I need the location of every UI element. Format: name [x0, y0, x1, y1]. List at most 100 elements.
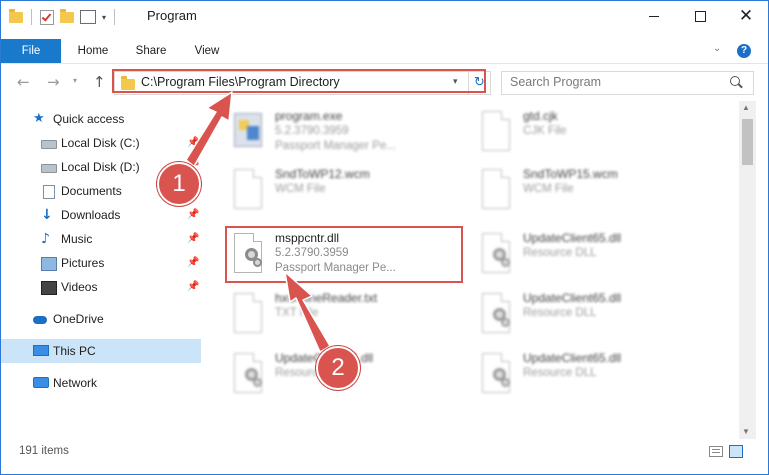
file-type: CJK File [523, 125, 567, 137]
file-item[interactable]: gtd.cjk CJK File [478, 107, 708, 165]
exe-icon [230, 111, 266, 155]
this-pc-icon [33, 345, 49, 356]
close-button[interactable]: ✕ [723, 1, 768, 31]
file-item[interactable]: hxOnlineReader.txt TXT File [230, 289, 460, 347]
expand-ribbon-chevron-icon[interactable]: ⌄ [713, 43, 721, 54]
forward-arrow-icon[interactable]: → [47, 73, 60, 91]
music-icon: ♪ [41, 231, 50, 247]
sidebar-item-network[interactable]: Network [1, 371, 201, 395]
sidebar-item-videos[interactable]: Videos 📌 [1, 275, 201, 299]
minimize-icon [649, 15, 659, 17]
file-item[interactable]: UpdateClient65.dll Resource DLL [478, 349, 708, 407]
file-type: Resource DLL [523, 367, 597, 379]
file-name: gtd.cjk [523, 109, 558, 123]
sidebar-item-this-pc[interactable]: This PC [1, 339, 201, 363]
file-item-msppcntr-dll[interactable]: msppcntr.dll 5.2.3790.3959 Passport Mana… [230, 229, 460, 287]
title-bar: ▾ Program ✕ [1, 1, 768, 31]
file-item[interactable]: UpdateClient65.dll Resource DLL [478, 289, 708, 347]
search-placeholder[interactable]: Search Program [510, 75, 601, 89]
file-type: Resource DLL [523, 247, 597, 259]
file-type: WCM File [523, 183, 574, 195]
new-folder-icon[interactable] [60, 8, 74, 23]
pin-icon[interactable]: 📌 [187, 227, 199, 251]
sidebar-item-label: Downloads [61, 208, 121, 222]
file-icon [478, 169, 514, 213]
sidebar-item-label: Local Disk (C:) [61, 136, 140, 150]
file-item[interactable]: SndToWP12.wcm WCM File [230, 165, 460, 223]
sidebar-item-label: This PC [53, 344, 96, 358]
sidebar-item-label: Pictures [61, 256, 105, 270]
step-2-badge: 2 [316, 346, 360, 390]
file-type: Resource DLL [523, 307, 597, 319]
maximize-button[interactable] [677, 1, 723, 31]
details-view-icon[interactable] [709, 446, 723, 457]
file-version: 5.2.3790.3959 [275, 125, 349, 137]
up-arrow-icon[interactable]: ↑ [93, 73, 106, 91]
close-icon: ✕ [738, 5, 754, 26]
scroll-down-chevron-icon[interactable]: ▼ [742, 427, 750, 436]
address-path[interactable]: C:\Program Files\Program Directory [141, 75, 340, 89]
sidebar-item-label: Quick access [53, 112, 125, 126]
pin-icon[interactable]: 📌 [187, 275, 199, 299]
dll-icon [230, 353, 266, 397]
sidebar-item-quick-access[interactable]: ★ Quick access [1, 107, 201, 131]
sidebar-item-pictures[interactable]: Pictures 📌 [1, 251, 201, 275]
properties-check-icon[interactable] [40, 9, 54, 25]
address-dropdown-chevron-icon[interactable]: ▾ [453, 76, 458, 87]
vertical-scrollbar[interactable]: ▲ ▼ [739, 101, 756, 439]
file-type: TXT File [275, 307, 319, 319]
minimize-button[interactable] [631, 1, 677, 31]
sidebar-item-downloads[interactable]: ↓ Downloads 📌 [1, 203, 201, 227]
downloads-icon: ↓ [41, 207, 53, 223]
dll-icon [230, 233, 266, 277]
pin-icon[interactable]: 📌 [187, 131, 199, 155]
sidebar-item-local-disk-c[interactable]: Local Disk (C:) 📌 [1, 131, 201, 155]
file-icon [478, 111, 514, 155]
tab-home[interactable]: Home [67, 39, 119, 63]
navigation-bar: ← → ▾ ↑ C:\Program Files\Program Directo… [1, 67, 768, 97]
onedrive-icon [33, 316, 47, 324]
file-icon [230, 293, 266, 337]
toolbar-divider [31, 9, 32, 25]
file-item[interactable]: UpdateClient65.dll Resource DLL [478, 229, 708, 287]
tab-file[interactable]: File [1, 39, 61, 63]
file-name: UpdateClient65.dll [523, 231, 622, 245]
navigation-pane: ★ Quick access Local Disk (C:) 📌 Local D… [1, 101, 201, 441]
pin-icon[interactable]: 📌 [187, 203, 199, 227]
file-type: WCM File [275, 183, 326, 195]
customize-toolbar-chevron-icon[interactable]: ▾ [102, 13, 106, 22]
dll-icon [478, 293, 514, 337]
file-name: UpdateClient65.dll [523, 351, 622, 365]
pin-icon[interactable]: 📌 [187, 251, 199, 275]
star-icon: ★ [33, 111, 45, 126]
file-name: SndToWP12.wcm [275, 167, 370, 181]
scrollbar-thumb[interactable] [742, 119, 753, 165]
drive-icon [41, 140, 57, 149]
tab-share[interactable]: Share [125, 39, 177, 63]
address-bar[interactable]: C:\Program Files\Program Directory ▾ ↻ [114, 71, 491, 95]
large-icons-view-icon[interactable] [729, 445, 743, 458]
sidebar-item-label: Documents [61, 184, 122, 198]
refresh-icon[interactable]: ↻ [468, 72, 490, 94]
documents-icon [43, 185, 55, 199]
file-item[interactable]: program.exe 5.2.3790.3959 Passport Manag… [230, 107, 460, 165]
file-description: Passport Manager Pe... [275, 140, 396, 152]
file-item[interactable]: SndToWP15.wcm WCM File [478, 165, 708, 223]
videos-icon [41, 281, 57, 295]
tab-view[interactable]: View [181, 39, 233, 63]
back-arrow-icon[interactable]: ← [17, 73, 30, 91]
sidebar-item-onedrive[interactable]: OneDrive [1, 307, 201, 331]
recent-locations-chevron-icon[interactable]: ▾ [73, 76, 77, 85]
network-icon [33, 377, 49, 388]
help-icon[interactable]: ? [737, 44, 751, 58]
status-bar: 191 items [1, 441, 768, 463]
properties-icon[interactable] [80, 10, 96, 24]
step-1-badge: 1 [157, 162, 201, 206]
search-box[interactable]: Search Program [501, 71, 754, 95]
maximize-icon [694, 10, 706, 22]
quick-access-toolbar: ▾ [9, 8, 117, 25]
window-title: Program [147, 8, 197, 23]
sidebar-item-music[interactable]: ♪ Music 📌 [1, 227, 201, 251]
scroll-up-chevron-icon[interactable]: ▲ [742, 103, 750, 112]
sidebar-item-label: Network [53, 376, 98, 390]
